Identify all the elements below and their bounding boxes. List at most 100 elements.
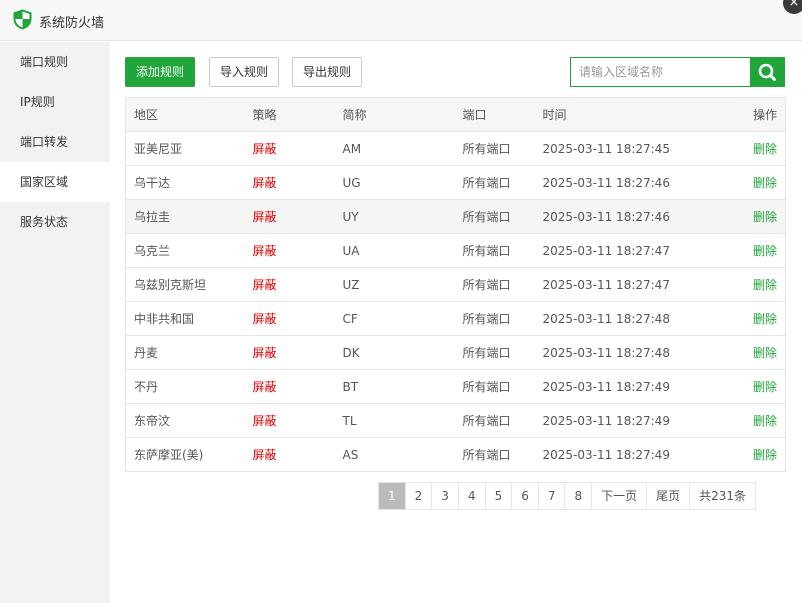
sidebar-item-port-rules[interactable]: 端口规则 (0, 42, 110, 82)
cell-port: 所有端口 (454, 301, 535, 336)
page-8-button[interactable]: 8 (565, 483, 593, 509)
add-rule-button[interactable]: 添加规则 (125, 57, 195, 87)
column-header-port: 端口 (454, 97, 535, 132)
column-header-action: 操作 (709, 97, 786, 132)
table-row: 不丹 屏蔽 BT 所有端口 2025-03-11 18:27:49 删除 (125, 369, 786, 404)
title-bar: 系统防火墙 × (0, 0, 802, 41)
cell-policy: 屏蔽 (244, 369, 335, 404)
search-icon (758, 63, 776, 81)
total-count: 共231条 (699, 489, 747, 503)
cell-region: 乌克兰 (125, 233, 245, 268)
table-row: 乌拉圭 屏蔽 UY 所有端口 2025-03-11 18:27:46 删除 (125, 199, 786, 234)
cell-port: 所有端口 (454, 131, 535, 166)
cell-region: 中非共和国 (125, 301, 245, 336)
cell-port: 所有端口 (454, 369, 535, 404)
cell-region: 东萨摩亚(美) (125, 437, 245, 472)
last-page-button[interactable]: 尾页 (647, 483, 691, 509)
page-4-button[interactable]: 4 (459, 483, 486, 509)
cell-region: 乌干达 (125, 165, 245, 200)
cell-region: 丹麦 (125, 335, 245, 370)
cell-port: 所有端口 (454, 437, 535, 472)
window-title: 系统防火墙 (39, 16, 105, 31)
delete-button[interactable]: 删除 (709, 199, 786, 234)
region-search-input[interactable] (570, 57, 751, 87)
cell-policy: 屏蔽 (244, 267, 335, 302)
cell-time: 2025-03-11 18:27:48 (534, 301, 710, 336)
table-row: 乌干达 屏蔽 UG 所有端口 2025-03-11 18:27:46 删除 (125, 165, 786, 200)
close-button[interactable]: × (783, 0, 802, 14)
pagination: 1 2 3 4 5 6 7 8 下一页 尾页 共231条 (378, 482, 757, 510)
delete-button[interactable]: 删除 (709, 369, 786, 404)
cell-policy: 屏蔽 (244, 437, 335, 472)
cell-port: 所有端口 (454, 267, 535, 302)
search-button[interactable] (750, 57, 785, 87)
cell-policy: 屏蔽 (244, 165, 335, 200)
close-icon: × (788, 0, 800, 10)
table-row: 东帝汶 屏蔽 TL 所有端口 2025-03-11 18:27:49 删除 (125, 403, 786, 438)
cell-policy: 屏蔽 (244, 131, 335, 166)
cell-time: 2025-03-11 18:27:45 (534, 131, 710, 166)
sidebar-item-port-forwarding[interactable]: 端口转发 (0, 122, 110, 162)
delete-button[interactable]: 删除 (709, 165, 786, 200)
table-row: 丹麦 屏蔽 DK 所有端口 2025-03-11 18:27:48 删除 (125, 335, 786, 370)
cell-policy: 屏蔽 (244, 301, 335, 336)
cell-port: 所有端口 (454, 403, 535, 438)
sidebar-item-country-region[interactable]: 国家区域 (0, 162, 110, 202)
cell-abbr: TL (334, 403, 455, 438)
page-5-button[interactable]: 5 (486, 483, 513, 509)
delete-button[interactable]: 删除 (709, 233, 786, 268)
cell-abbr: AS (334, 437, 455, 472)
delete-button[interactable]: 删除 (709, 437, 786, 472)
cell-time: 2025-03-11 18:27:47 (534, 267, 710, 302)
cell-abbr: DK (334, 335, 455, 370)
cell-region: 乌拉圭 (125, 199, 245, 234)
cell-time: 2025-03-11 18:27:48 (534, 335, 710, 370)
table-row: 亚美尼亚 屏蔽 AM 所有端口 2025-03-11 18:27:45 删除 (125, 131, 786, 166)
cell-abbr: UY (334, 199, 455, 234)
search-box (570, 57, 785, 87)
cell-port: 所有端口 (454, 199, 535, 234)
delete-button[interactable]: 删除 (709, 301, 786, 336)
column-header-policy: 策略 (244, 97, 335, 132)
cell-policy: 屏蔽 (244, 335, 335, 370)
cell-time: 2025-03-11 18:27:49 (534, 369, 710, 404)
column-header-region: 地区 (125, 97, 245, 132)
cell-time: 2025-03-11 18:27:46 (534, 199, 710, 234)
delete-button[interactable]: 删除 (709, 131, 786, 166)
page-6-button[interactable]: 6 (512, 483, 539, 509)
table-row: 中非共和国 屏蔽 CF 所有端口 2025-03-11 18:27:48 删除 (125, 301, 786, 336)
page-7-button[interactable]: 7 (539, 483, 566, 509)
cell-abbr: BT (334, 369, 455, 404)
cell-time: 2025-03-11 18:27:49 (534, 437, 710, 472)
cell-port: 所有端口 (454, 335, 535, 370)
column-header-abbr: 简称 (334, 97, 455, 132)
delete-button[interactable]: 删除 (709, 335, 786, 370)
cell-time: 2025-03-11 18:27:47 (534, 233, 710, 268)
cell-policy: 屏蔽 (244, 199, 335, 234)
page-3-button[interactable]: 3 (432, 483, 459, 509)
cell-abbr: CF (334, 301, 455, 336)
cell-region: 不丹 (125, 369, 245, 404)
cell-policy: 屏蔽 (244, 233, 335, 268)
page-2-button[interactable]: 2 (406, 483, 433, 509)
sidebar-item-ip-rules[interactable]: IP规则 (0, 82, 110, 122)
cell-policy: 屏蔽 (244, 403, 335, 438)
table-header-row: 地区 策略 简称 端口 时间 操作 (125, 97, 786, 132)
cell-abbr: UZ (334, 267, 455, 302)
sidebar-item-service-status[interactable]: 服务状态 (0, 202, 110, 242)
cell-abbr: UG (334, 165, 455, 200)
delete-button[interactable]: 删除 (709, 267, 786, 302)
column-header-time: 时间 (534, 97, 710, 132)
table-row: 乌兹别克斯坦 屏蔽 UZ 所有端口 2025-03-11 18:27:47 删除 (125, 267, 786, 302)
rules-table: 地区 策略 简称 端口 时间 操作 亚美尼亚 屏蔽 AM 所有端口 2025-03-11… (125, 97, 786, 472)
cell-time: 2025-03-11 18:27:46 (534, 165, 710, 200)
export-rules-button[interactable]: 导出规则 (292, 57, 362, 87)
next-page-button[interactable]: 下一页 (592, 483, 648, 509)
cell-abbr: AM (334, 131, 455, 166)
page-1-button[interactable]: 1 (379, 483, 406, 509)
sidebar: 端口规则 IP规则 端口转发 国家区域 服务状态 (0, 42, 110, 603)
cell-time: 2025-03-11 18:27:49 (534, 403, 710, 438)
delete-button[interactable]: 删除 (709, 403, 786, 438)
cell-region: 东帝汶 (125, 403, 245, 438)
import-rules-button[interactable]: 导入规则 (209, 57, 279, 87)
